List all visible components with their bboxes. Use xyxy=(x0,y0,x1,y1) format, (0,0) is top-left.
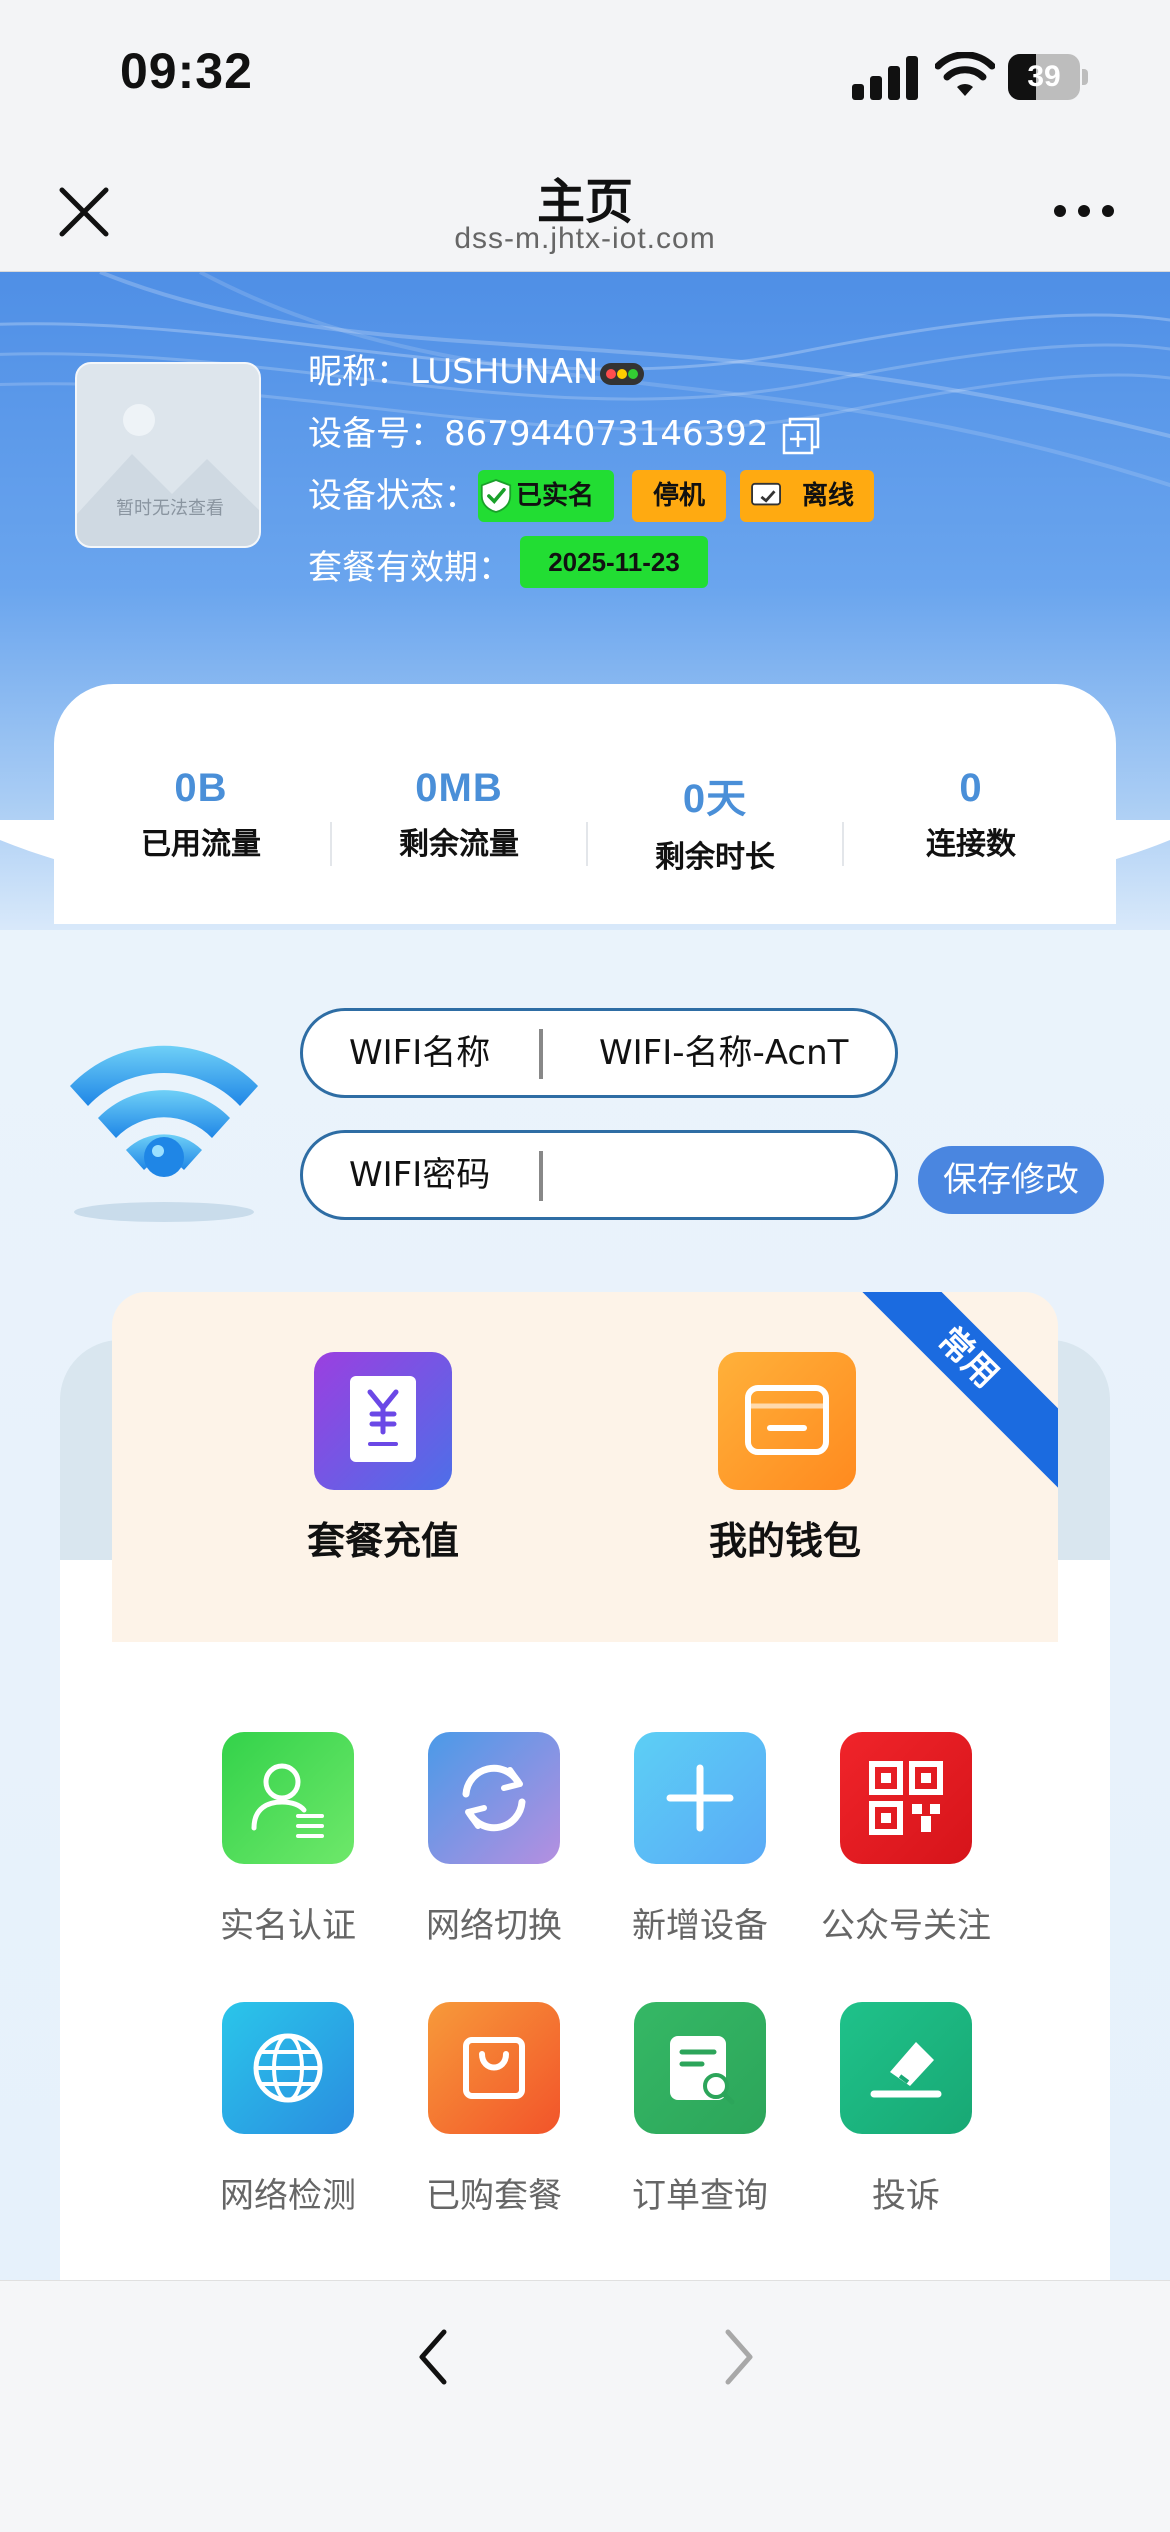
wifi-password-label: WIFI密码 xyxy=(349,1155,491,1195)
badge-suspended: 停机 xyxy=(632,470,726,522)
status-bar: 09:32 39 xyxy=(0,0,1170,150)
status-time: 09:32 xyxy=(120,43,253,99)
offline-icon xyxy=(751,482,781,506)
grid-label-complaint[interactable]: 投诉 xyxy=(796,2168,1016,2217)
nickname-value: LUSHUNAN xyxy=(410,352,599,392)
complaint-icon[interactable] xyxy=(840,2002,972,2134)
field-separator xyxy=(539,1029,543,1079)
badge-offline-text: 离线 xyxy=(802,481,855,511)
stat-divider xyxy=(330,822,332,866)
traffic-light-icon xyxy=(600,362,645,385)
copy-icon[interactable] xyxy=(782,417,820,455)
stat-remaining-data: 0MB 剩余流量 xyxy=(334,766,584,863)
order-search-icon[interactable] xyxy=(634,2002,766,2134)
panel-curve-decoration xyxy=(112,1570,1058,1625)
back-arrow-icon[interactable] xyxy=(404,2322,464,2392)
common-ribbon: 常用 xyxy=(827,1292,1058,1499)
image-placeholder-icon xyxy=(77,364,259,546)
battery-percent: 39 xyxy=(1027,60,1061,93)
text-cursor xyxy=(539,1151,543,1201)
expiry-label: 套餐有效期： xyxy=(308,548,512,588)
wifi-status-icon xyxy=(935,52,995,96)
stat-used-data: 0B 已用流量 xyxy=(76,766,326,863)
grid-label-add-device[interactable]: 新增设备 xyxy=(590,1898,810,1947)
grid-label-network-test[interactable]: 网络检测 xyxy=(178,2168,398,2217)
battery-icon: 39 xyxy=(1008,54,1088,100)
stat-label: 剩余时长 xyxy=(655,840,775,875)
wifi-icon xyxy=(70,1045,258,1222)
device-label: 设备号： xyxy=(308,414,444,454)
recharge-label[interactable]: 套餐充值 xyxy=(233,1510,533,1565)
expiry-date-badge: 2025-11-23 xyxy=(520,536,708,588)
wifi-name-label: WIFI名称 xyxy=(349,1033,491,1073)
shopping-bag-icon[interactable] xyxy=(428,2002,560,2134)
stat-value: 0天 xyxy=(682,777,748,821)
refresh-icon[interactable] xyxy=(428,1732,560,1864)
stat-value: 0B xyxy=(174,766,228,810)
badge-verified-text: 已实名 xyxy=(516,481,595,511)
badge-offline: 离线 xyxy=(740,470,874,522)
wifi-password-input[interactable] xyxy=(551,1143,871,1207)
wifi-password-field[interactable]: WIFI密码 xyxy=(300,1130,898,1220)
stat-divider xyxy=(842,822,844,866)
stat-label: 剩余流量 xyxy=(399,827,519,862)
nickname-label: 昵称： xyxy=(308,352,410,392)
stat-divider xyxy=(586,822,588,866)
yuan-document-icon[interactable] xyxy=(314,1352,452,1490)
wallet-label[interactable]: 我的钱包 xyxy=(635,1510,935,1565)
more-options-icon[interactable] xyxy=(1052,196,1116,226)
expiry-row: 套餐有效期： xyxy=(308,540,512,589)
grid-label-purchased[interactable]: 已购套餐 xyxy=(384,2168,604,2217)
grid-label-verify[interactable]: 实名认证 xyxy=(178,1898,398,1947)
shield-check-icon xyxy=(480,479,512,513)
wifi-name-field[interactable]: WIFI名称 WIFI-名称-AcnT xyxy=(300,1008,898,1098)
cellular-signal-icon xyxy=(852,56,922,100)
stat-label: 已用流量 xyxy=(141,827,261,862)
nickname-row: 昵称：LUSHUNAN xyxy=(308,344,645,393)
qr-code-icon[interactable] xyxy=(840,1732,972,1864)
wallet-icon[interactable] xyxy=(718,1352,856,1490)
status-row: 设备状态： xyxy=(308,468,478,517)
forward-arrow-icon[interactable] xyxy=(708,2322,768,2392)
page-url: dss-m.jhtx-iot.com xyxy=(454,222,716,255)
user-verify-icon[interactable] xyxy=(222,1732,354,1864)
device-row: 设备号：867944073146392 xyxy=(308,406,820,455)
device-id: 867944073146392 xyxy=(444,414,769,454)
stat-value: 0MB xyxy=(415,766,503,810)
stat-connections: 0 连接数 xyxy=(846,766,1096,863)
browser-bottom-bar xyxy=(0,2280,1170,2532)
badge-verified: 已实名 xyxy=(478,470,614,522)
stat-remaining-time: 0天 剩余时长 xyxy=(590,766,840,876)
grid-label-network-switch[interactable]: 网络切换 xyxy=(384,1898,604,1947)
stat-value: 0 xyxy=(959,766,983,810)
wifi-name-value: WIFI-名称-AcnT xyxy=(599,1033,849,1073)
avatar-placeholder-text: 暂时无法查看 xyxy=(116,498,224,519)
plus-icon[interactable] xyxy=(634,1732,766,1864)
nav-header: 主页 dss-m.jhtx-iot.com xyxy=(0,150,1170,272)
avatar[interactable]: 暂时无法查看 xyxy=(75,362,261,548)
save-button[interactable]: 保存修改 xyxy=(918,1146,1104,1214)
grid-label-follow[interactable]: 公众号关注 xyxy=(796,1898,1016,1947)
stat-label: 连接数 xyxy=(926,827,1016,862)
grid-label-orders[interactable]: 订单查询 xyxy=(590,2168,810,2217)
status-label: 设备状态： xyxy=(308,476,478,516)
globe-icon[interactable] xyxy=(222,2002,354,2134)
